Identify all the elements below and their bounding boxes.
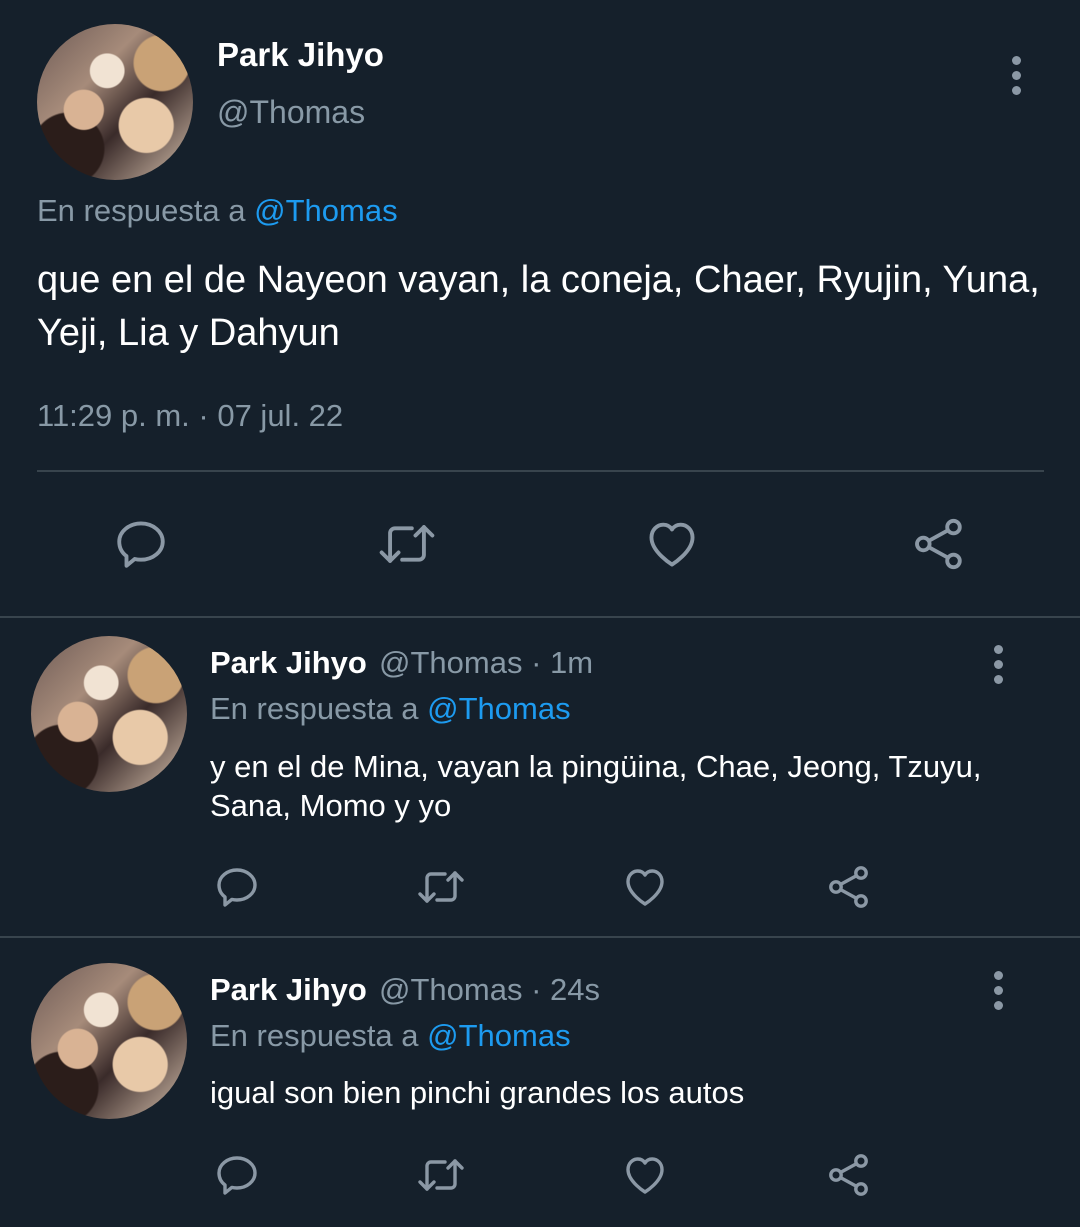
- author-handle[interactable]: @Thomas: [217, 94, 365, 131]
- more-options-icon[interactable]: [994, 971, 1004, 1016]
- reply-prefix: En respuesta a: [37, 193, 246, 228]
- reply-mention-link[interactable]: @Thomas: [427, 691, 570, 726]
- author-name[interactable]: Park Jihyo: [217, 36, 384, 74]
- avatar[interactable]: [31, 963, 187, 1119]
- share-icon[interactable]: [910, 515, 968, 573]
- reply-prefix: En respuesta a: [210, 691, 419, 726]
- reply-prefix: En respuesta a: [210, 1018, 419, 1053]
- tweet-time: · 24s: [531, 972, 600, 1007]
- reply-context: En respuesta a @Thomas: [210, 691, 571, 727]
- retweet-icon[interactable]: [375, 515, 439, 573]
- tweet-text: igual son bien pinchi grandes los autos: [210, 1075, 745, 1110]
- tweet-text: y en el de Mina, vayan la pingüina, Chae…: [210, 749, 982, 823]
- author-name[interactable]: Park Jihyo: [210, 645, 367, 681]
- retweet-icon[interactable]: [414, 1151, 468, 1199]
- author-name[interactable]: Park Jihyo: [210, 972, 367, 1008]
- author-handle[interactable]: @Thomas: [379, 972, 522, 1007]
- author-handle-time: @Thomas · 1m: [379, 645, 593, 681]
- tweet-text: que en el de Nayeon vayan, la coneja, Ch…: [37, 259, 1040, 354]
- reply-context: En respuesta a @Thomas: [210, 1018, 571, 1054]
- like-icon[interactable]: [620, 863, 670, 911]
- tweet-timestamp[interactable]: 11:29 p. m. · 07 jul. 22: [37, 398, 343, 434]
- author-handle[interactable]: @Thomas: [379, 645, 522, 680]
- reply-icon[interactable]: [112, 515, 170, 573]
- divider: [0, 936, 1080, 938]
- more-options-icon[interactable]: [994, 645, 1004, 690]
- reply-mention-link[interactable]: @Thomas: [427, 1018, 570, 1053]
- reply-icon[interactable]: [213, 863, 261, 911]
- reply-icon[interactable]: [213, 1151, 261, 1199]
- reply-context: En respuesta a @Thomas: [37, 193, 398, 229]
- more-options-icon[interactable]: [1012, 56, 1022, 101]
- share-icon[interactable]: [825, 1151, 873, 1199]
- author-handle-time: @Thomas · 24s: [379, 972, 600, 1008]
- like-icon[interactable]: [643, 515, 701, 573]
- like-icon[interactable]: [620, 1151, 670, 1199]
- reply-mention-link[interactable]: @Thomas: [254, 193, 397, 228]
- divider: [37, 470, 1044, 472]
- retweet-icon[interactable]: [414, 863, 468, 911]
- avatar[interactable]: [37, 24, 193, 180]
- share-icon[interactable]: [825, 863, 873, 911]
- tweet-time: · 1m: [531, 645, 594, 680]
- avatar[interactable]: [31, 636, 187, 792]
- divider: [0, 616, 1080, 618]
